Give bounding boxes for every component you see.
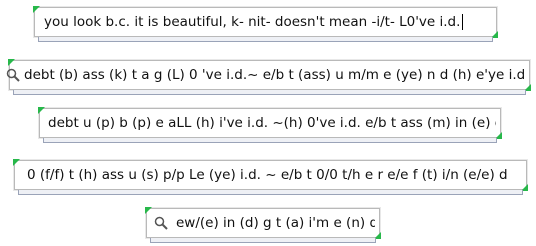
search-field-5[interactable]: ew/(e) in (d) g t (a) i'm e (n) d xyxy=(145,207,381,243)
search-field-3[interactable]: debt u (p) b (p) e aLL (h) i've i.d. ~(h… xyxy=(38,107,502,143)
field-underlay xyxy=(18,190,523,195)
search-field-2[interactable]: debt (b) ass (k) t a g (L) 0 've i.d.~ e… xyxy=(6,59,531,95)
search-fields-panel: you look b.c. it is beautiful, k- nit- d… xyxy=(0,0,536,246)
search-field-5-value[interactable]: ew/(e) in (d) g t (a) i'm e (n) d xyxy=(176,215,375,231)
field-underlay xyxy=(38,37,493,42)
magnifier-icon xyxy=(6,68,20,82)
corner-marker-top-left xyxy=(145,207,152,214)
magnifier-icon xyxy=(154,216,168,230)
field-underlay xyxy=(150,238,376,243)
corner-marker-top-left xyxy=(33,6,40,13)
text-cursor xyxy=(462,14,464,30)
search-field-4-value[interactable]: 0 (f/f) t (h) ass u (s) p/p Le (ye) i.d.… xyxy=(27,167,508,183)
corner-marker-top-left xyxy=(13,159,20,166)
search-field-1[interactable]: you look b.c. it is beautiful, k- nit- d… xyxy=(33,6,498,42)
field-underlay xyxy=(43,138,497,143)
search-field-1-value[interactable]: you look b.c. it is beautiful, k- nit- d… xyxy=(44,14,460,30)
field-underlay xyxy=(13,90,526,95)
corner-marker-top-left xyxy=(38,107,45,114)
search-field-4[interactable]: 0 (f/f) t (h) ass u (s) p/p Le (ye) i.d.… xyxy=(13,159,528,195)
search-field-3-value[interactable]: debt u (p) b (p) e aLL (h) i've i.d. ~(h… xyxy=(48,115,496,131)
search-field-2-value[interactable]: debt (b) ass (k) t a g (L) 0 've i.d.~ e… xyxy=(24,67,526,83)
corner-marker-top-left xyxy=(8,59,15,66)
